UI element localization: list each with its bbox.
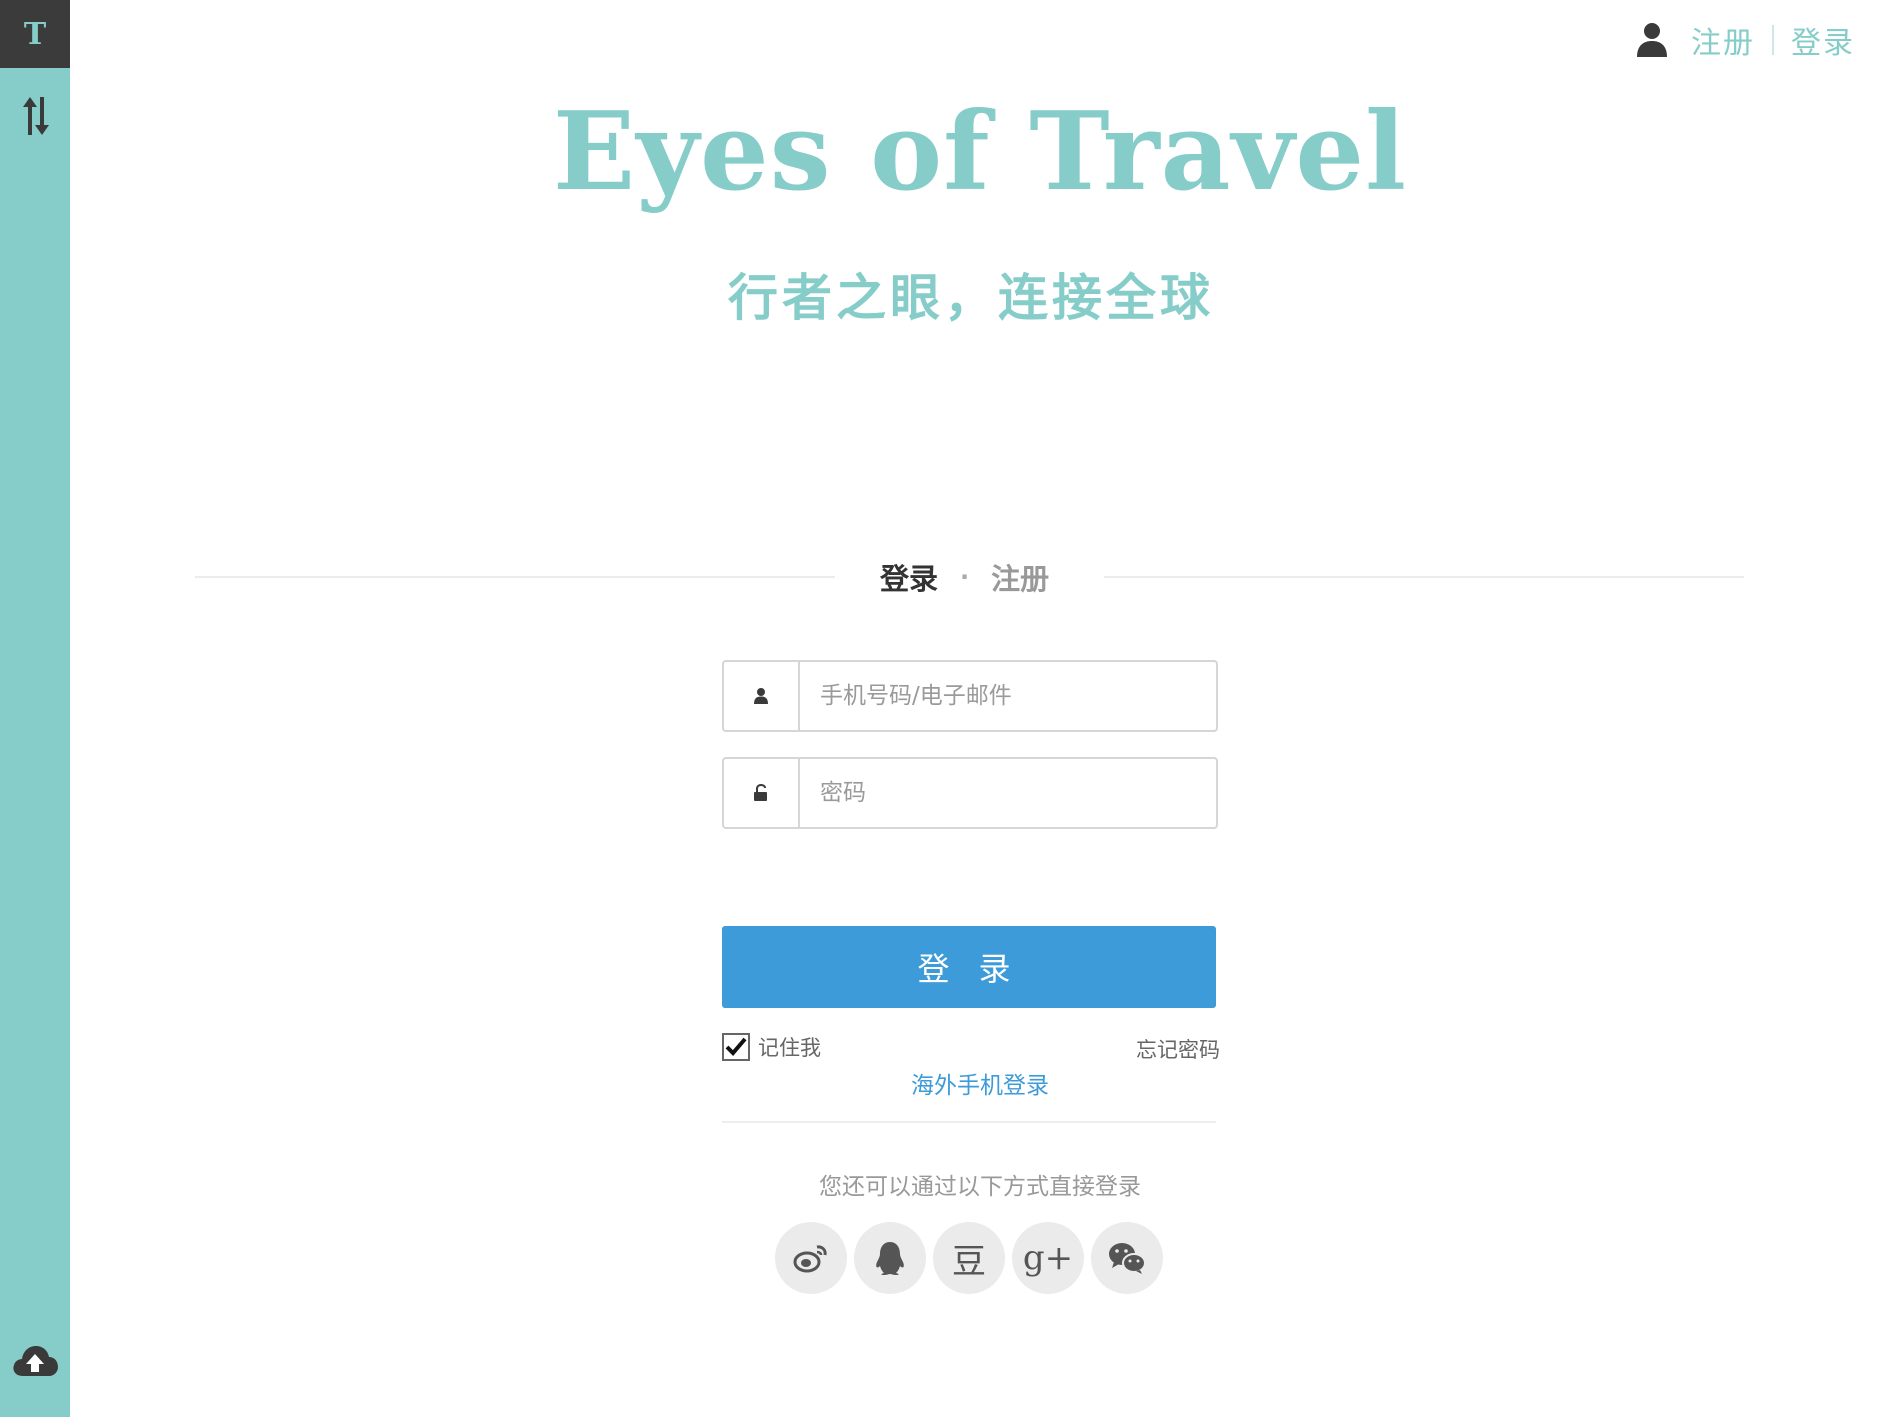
logo-letter: T — [23, 16, 47, 52]
page-subtitle: 行者之眼，连接全球 — [728, 268, 1214, 327]
username-field — [722, 660, 1218, 732]
remember-checkbox[interactable] — [722, 1033, 750, 1061]
cloud-upload-icon[interactable] — [11, 1340, 59, 1380]
header-divider — [1772, 25, 1774, 55]
wechat-icon — [1109, 1243, 1146, 1274]
unlock-icon — [754, 784, 767, 801]
wechat-login-button[interactable] — [1091, 1222, 1163, 1294]
user-icon — [1637, 23, 1667, 57]
remember-label: 记住我 — [758, 1036, 821, 1060]
google-plus-login-button[interactable]: g+ — [1012, 1222, 1084, 1294]
password-addon — [724, 759, 800, 827]
user-small-icon — [754, 688, 768, 704]
douban-icon: 豆 — [952, 1241, 986, 1282]
tab-separator: · — [960, 563, 970, 591]
social-login-prompt: 您还可以通过以下方式直接登录 — [819, 1174, 1141, 1200]
overseas-phone-login-link[interactable]: 海外手机登录 — [0, 1066, 1890, 1100]
social-login-buttons: 豆 g+ — [775, 1222, 1170, 1294]
qq-login-button[interactable] — [854, 1222, 926, 1294]
header-register-link[interactable]: 注册 — [1691, 18, 1755, 62]
google-plus-icon: g+ — [1022, 1238, 1074, 1278]
weibo-icon — [793, 1245, 827, 1273]
password-field — [722, 757, 1218, 829]
weibo-login-button[interactable] — [775, 1222, 847, 1294]
qq-icon — [876, 1242, 904, 1275]
auth-tabs: 登录 · 注册 — [880, 556, 1049, 598]
tab-divider-right — [1104, 576, 1744, 578]
check-icon — [725, 1037, 747, 1056]
remember-me[interactable]: 记住我 — [722, 1032, 821, 1062]
username-addon — [724, 662, 800, 730]
tab-divider-left — [195, 576, 835, 578]
tab-login[interactable]: 登录 — [880, 556, 938, 598]
login-button[interactable]: 登 录 — [722, 926, 1216, 1008]
douban-login-button[interactable]: 豆 — [933, 1222, 1005, 1294]
password-input[interactable] — [800, 759, 1216, 827]
top-auth-bar: 注册 登录 — [1635, 18, 1855, 62]
tab-register[interactable]: 注册 — [991, 556, 1049, 598]
username-input[interactable] — [800, 662, 1216, 730]
divider — [722, 1121, 1216, 1123]
sidebar-logo[interactable]: T — [0, 0, 70, 68]
header-login-link[interactable]: 登录 — [1791, 18, 1855, 62]
forgot-password-link[interactable]: 忘记密码 — [1136, 1034, 1220, 1064]
page-title: Eyes of Travel — [552, 89, 1408, 215]
